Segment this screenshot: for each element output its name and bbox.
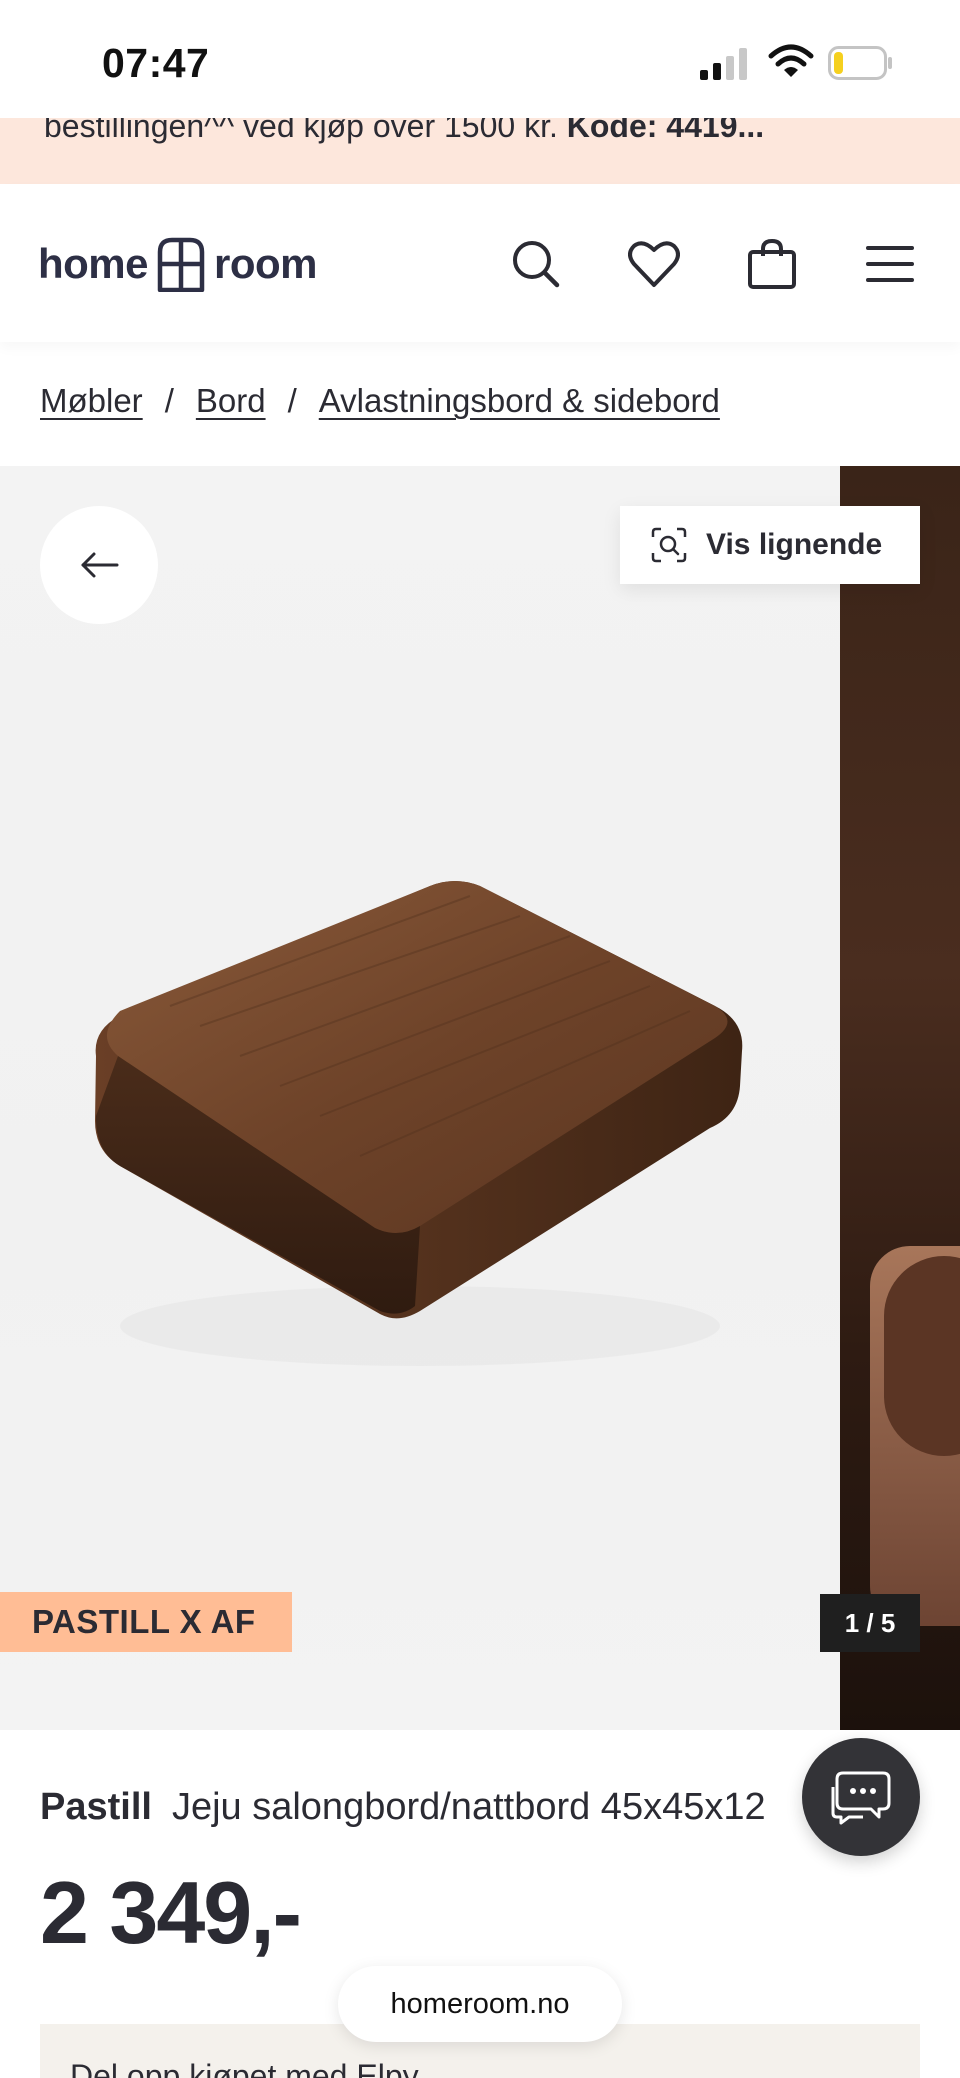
status-time: 07:47 [102,40,210,86]
show-similar-label: Vis lignende [706,528,883,561]
house-logo-icon [157,237,205,292]
chat-button[interactable] [802,1738,920,1856]
visual-search-icon [651,527,687,563]
product-price: 2 349,- [40,1863,302,1962]
chat-icon [831,1771,891,1825]
product-brand[interactable]: Pastill [40,1786,152,1828]
show-similar-button[interactable]: Vis lignende [620,506,920,584]
breadcrumb-item-mobler[interactable]: Møbler [40,382,143,420]
product-photo-side-table [95,881,743,1366]
wifi-icon [768,44,814,77]
back-button[interactable] [40,506,158,624]
search-icon[interactable] [508,236,564,292]
site-header: home room [0,184,960,342]
arrow-left-icon [81,552,119,578]
homeroom-logo[interactable]: home room [38,232,318,296]
breadcrumb-item-avlastningsbord[interactable]: Avlastningsbord & sidebord [319,382,720,420]
product-image[interactable] [0,466,840,1730]
browser-url-bar[interactable]: homeroom.no [338,1966,622,2042]
breadcrumb-separator: / [287,382,297,419]
status-bar: 07:47 [0,0,960,118]
next-product-image[interactable] [840,466,960,1730]
breadcrumb-separator: / [164,382,174,419]
product-name: Jeju salongbord/nattbord 45x45x12 [171,1786,766,1828]
menu-icon[interactable] [862,236,918,292]
financing-text: Del opp kjøpet med Elpy [70,2058,419,2078]
breadcrumb-item-bord[interactable]: Bord [196,382,266,420]
cellular-signal-icon [700,48,747,80]
logo-text-right: room [214,240,318,287]
breadcrumb: Møbler / Bord / Avlastningsbord & sidebo… [40,382,720,420]
next-image-detail [884,1256,960,1456]
heart-icon[interactable] [626,236,682,292]
battery-icon [828,46,892,80]
product-gallery[interactable]: Vis lignende PASTILL X AF 1 / 5 [0,466,960,1730]
bag-icon[interactable] [744,236,800,292]
brand-collab-tag: PASTILL X AF [0,1592,292,1652]
product-title: Pastill Jeju salongbord/nattbord 45x45x12 [40,1786,766,1829]
image-counter: 1 / 5 [820,1594,920,1652]
logo-text-left: home [38,240,149,287]
